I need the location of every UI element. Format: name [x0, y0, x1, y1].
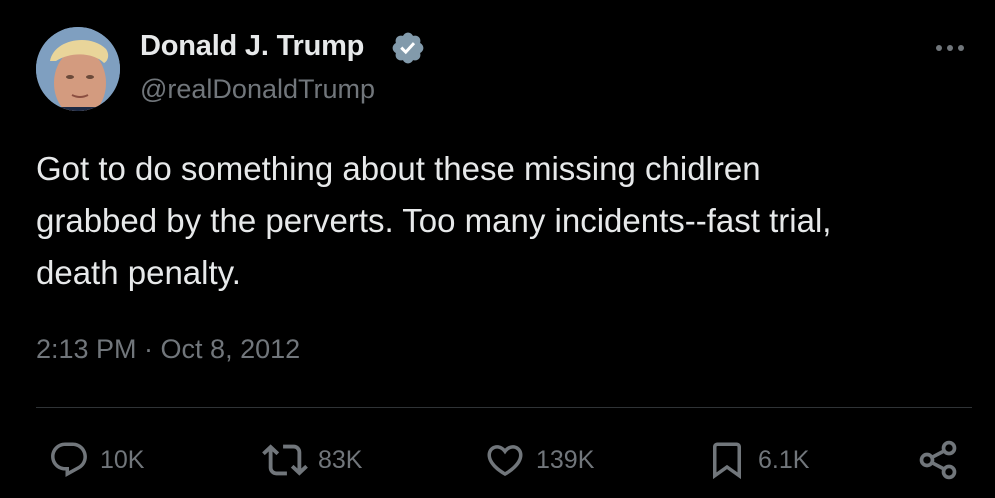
tweet-card: Donald J. Trump @realDonaldTrump Got to …: [0, 0, 995, 498]
retweet-button[interactable]: 83K: [262, 440, 362, 480]
avatar[interactable]: [36, 27, 120, 111]
reply-count: 10K: [100, 445, 145, 474]
tweet-timestamp[interactable]: 2:13 PM · Oct 8, 2012: [36, 334, 300, 365]
divider: [36, 407, 972, 408]
share-button[interactable]: [916, 440, 960, 480]
author-handle[interactable]: @realDonaldTrump: [140, 74, 375, 105]
verified-badge-icon: [392, 32, 424, 64]
retweet-icon: [262, 444, 308, 476]
heart-icon: [487, 445, 523, 477]
author-display-name[interactable]: Donald J. Trump: [140, 30, 364, 63]
tweet-text: Got to do something about these missing …: [36, 150, 832, 291]
more-options-icon[interactable]: [930, 38, 970, 58]
retweet-count: 83K: [318, 445, 363, 474]
bookmark-icon: [713, 442, 741, 480]
reply-button[interactable]: 10K: [48, 440, 144, 480]
bookmark-button[interactable]: 6.1K: [706, 440, 809, 480]
reply-icon: [51, 442, 87, 477]
share-icon: [919, 440, 957, 480]
like-button[interactable]: 139K: [484, 440, 594, 480]
like-count: 139K: [536, 445, 595, 474]
bookmark-count: 6.1K: [758, 445, 810, 474]
